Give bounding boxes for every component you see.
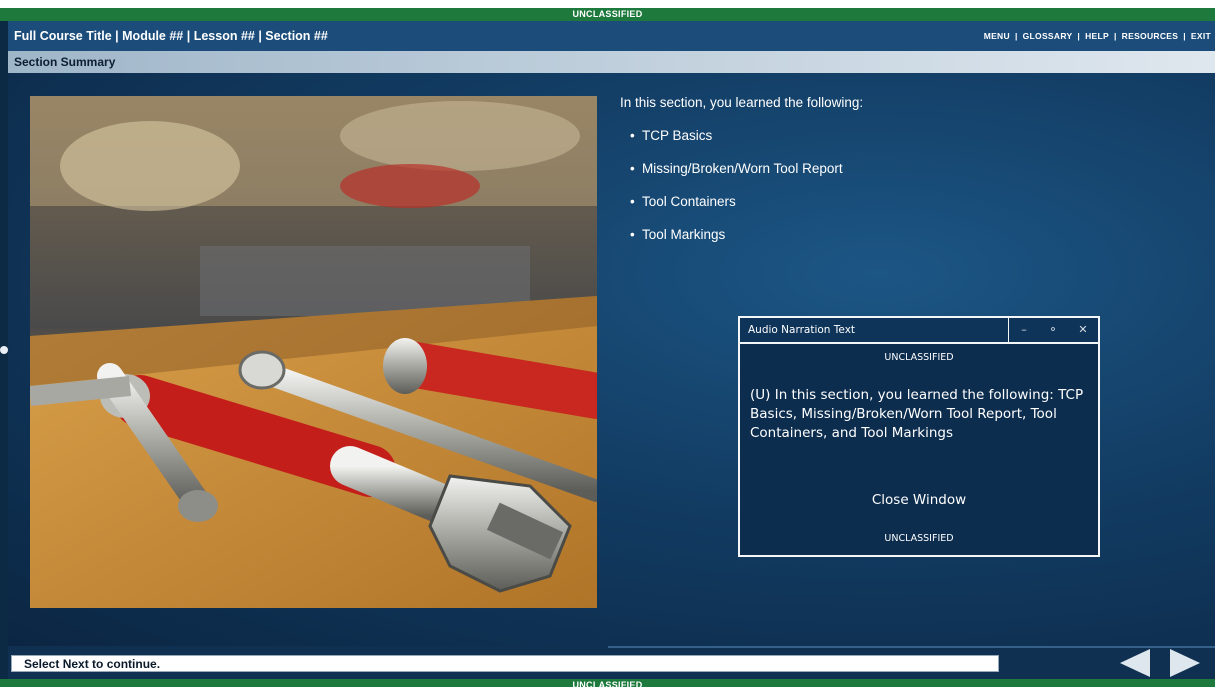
minimize-icon[interactable]: –: [1013, 321, 1035, 339]
list-item-label: Missing/Broken/Worn Tool Report: [642, 161, 843, 176]
dialog-title-box: Audio Narration Text: [740, 318, 1009, 342]
dialog-classification-bottom: UNCLASSIFIED: [884, 533, 954, 544]
side-handle[interactable]: [0, 346, 8, 354]
next-arrow-icon[interactable]: [1168, 647, 1202, 679]
course-title: Full Course Title | Module ## | Lesson #…: [14, 29, 328, 43]
nav-separator: |: [1014, 31, 1018, 41]
summary-intro: In this section, you learned the followi…: [620, 95, 864, 110]
nav-separator: |: [1183, 31, 1186, 41]
top-nav: MENU | GLOSSARY | HELP | RESOURCES | EXIT: [984, 31, 1211, 41]
section-bar: Section Summary: [8, 51, 1215, 73]
top-strip: [0, 0, 1215, 8]
back-arrow-icon[interactable]: [1118, 647, 1152, 679]
nav-exit[interactable]: EXIT: [1191, 31, 1211, 41]
list-item: • Tool Containers: [630, 194, 843, 227]
close-window-button[interactable]: Close Window: [740, 492, 1098, 508]
title-bar: Full Course Title | Module ## | Lesson #…: [8, 21, 1215, 51]
list-item: • Tool Markings: [630, 227, 843, 260]
nav-help[interactable]: HELP: [1085, 31, 1109, 41]
footer-bar: Select Next to continue.: [8, 646, 1215, 679]
nav-glossary[interactable]: GLOSSARY: [1023, 31, 1073, 41]
section-title: Section Summary: [14, 55, 116, 69]
summary-list: • TCP Basics • Missing/Broken/Worn Tool Re…: [630, 128, 843, 260]
nav-separator: |: [1077, 31, 1081, 41]
list-item-label: Tool Containers: [642, 194, 736, 209]
list-item-label: Tool Markings: [642, 227, 726, 242]
classification-banner-bottom: UNCLASSIFIED: [0, 679, 1215, 687]
tools-photo-image: [30, 96, 597, 608]
tools-photo: [30, 96, 597, 608]
dialog-title-bar[interactable]: Audio Narration Text – ⚬ ✕: [740, 318, 1098, 344]
narration-text: (U) In this section, you learned the fol…: [750, 387, 1084, 441]
bullet-glyph: •: [630, 128, 635, 143]
dialog-title: Audio Narration Text: [748, 324, 856, 336]
nav-separator: |: [1113, 31, 1117, 41]
nav-menu[interactable]: MENU: [984, 31, 1010, 41]
bullet-glyph: •: [630, 161, 635, 176]
status-bar: Select Next to continue.: [11, 655, 999, 672]
close-icon[interactable]: ✕: [1072, 321, 1094, 339]
bullet-glyph: •: [630, 227, 635, 242]
nav-resources[interactable]: RESOURCES: [1122, 31, 1179, 41]
restore-icon[interactable]: ⚬: [1042, 321, 1064, 339]
bullet-glyph: •: [630, 194, 635, 209]
audio-narration-dialog: Audio Narration Text – ⚬ ✕ UNCLASSIFIED …: [738, 316, 1100, 557]
list-item-label: TCP Basics: [642, 128, 713, 143]
list-item: • TCP Basics: [630, 128, 843, 161]
dialog-classification-top: UNCLASSIFIED: [884, 352, 954, 363]
status-text: Select Next to continue.: [24, 657, 161, 671]
classification-banner-top: UNCLASSIFIED: [0, 8, 1215, 21]
list-item: • Missing/Broken/Worn Tool Report: [630, 161, 843, 194]
